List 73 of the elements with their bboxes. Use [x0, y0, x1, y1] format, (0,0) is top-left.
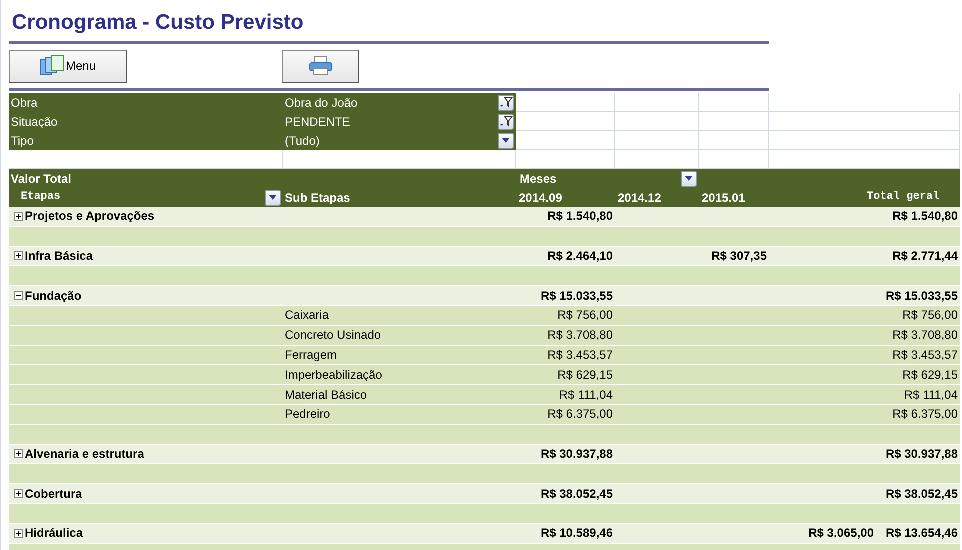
collapse-icon[interactable] [14, 291, 23, 300]
amount: R$ 15.033,55 [540, 288, 613, 305]
filter-value: Obra do João [285, 94, 358, 112]
stage-name: Alvenaria e estrutura [25, 446, 144, 463]
total-amount: R$ 3.453,57 [892, 346, 958, 364]
amount: R$ 30.937,88 [540, 446, 613, 463]
filter-value: PENDENTE [285, 114, 350, 130]
value-field-label: Valor Total [10, 170, 72, 188]
page-title: Cronograma - Custo Previsto [11, 10, 304, 36]
amount: R$ 38.052,45 [540, 486, 613, 503]
amount: R$ 3.453,57 [548, 346, 613, 364]
total-header: Total geral [866, 190, 941, 206]
amount: R$ 307,35 [712, 248, 767, 265]
dropdown-button[interactable] [265, 190, 281, 206]
stage-name: Infra Básica [25, 248, 94, 265]
expand-icon[interactable] [14, 489, 23, 498]
total-amount: R$ 15.033,55 [886, 288, 958, 305]
month-header: 2014.12 [617, 190, 662, 206]
filter-label: Situação [9, 112, 283, 131]
amount: R$ 3.708,80 [548, 327, 613, 344]
amount: R$ 756,00 [558, 307, 613, 324]
column-field-label: Meses [519, 170, 557, 188]
filter-dropdown[interactable] [498, 114, 514, 130]
total-amount: R$ 1.540,80 [892, 208, 958, 226]
filter-value: (Tudo) [285, 132, 320, 150]
expand-icon[interactable] [14, 212, 23, 221]
sub-stage-name: Ferragem [285, 346, 338, 364]
sub-stage-name: Pedreiro [285, 406, 330, 424]
total-amount: R$ 38.052,45 [886, 486, 958, 503]
sub-stage-name: Concreto Usinado [285, 327, 382, 344]
stage-name: Fundação [25, 288, 82, 305]
total-amount: R$ 629,15 [902, 366, 958, 384]
amount: R$ 6.375,00 [548, 406, 613, 424]
sub-stage-name: Imperbeabilização [285, 366, 382, 384]
menu-button[interactable]: Menu [9, 50, 127, 82]
stage-name: Cobertura [25, 486, 82, 503]
total-amount: R$ 13.654,46 [886, 525, 958, 542]
amount: R$ 3.065,00 [808, 525, 874, 542]
caret-icon [269, 195, 277, 200]
amount: R$ 1.540,80 [548, 208, 613, 226]
filter-icon [499, 96, 513, 108]
print-button[interactable] [282, 50, 359, 82]
sub-field-label: Sub Etapas [284, 190, 352, 206]
dropdown-button[interactable] [498, 132, 514, 148]
filter-dropdown[interactable] [498, 94, 514, 110]
filter-label: Obra [9, 93, 283, 112]
total-amount: R$ 3.708,80 [892, 327, 958, 344]
amount: R$ 629,15 [558, 366, 613, 384]
month-header: 2014.09 [518, 190, 564, 206]
stage-name: Projetos e Aprovações [25, 208, 155, 226]
total-amount: R$ 756,00 [902, 307, 958, 324]
caret-icon [502, 138, 510, 143]
month-header: 2015.01 [701, 190, 746, 206]
total-amount: R$ 111,04 [904, 386, 958, 404]
expand-icon[interactable] [14, 251, 23, 260]
total-amount: R$ 2.771,44 [892, 248, 958, 265]
total-amount: R$ 6.375,00 [892, 406, 958, 424]
printer-icon [308, 56, 332, 76]
total-amount: R$ 30.937,88 [886, 446, 958, 463]
dropdown-button[interactable] [681, 170, 697, 186]
sub-stage-name: Material Básico [285, 386, 368, 404]
amount: R$ 111,04 [559, 386, 613, 404]
row-field-label: Etapas [20, 190, 61, 206]
sub-stage-name: Caixaria [285, 307, 330, 324]
windows-icon [40, 55, 66, 77]
caret-icon [685, 176, 693, 181]
amount: R$ 2.464,10 [548, 248, 613, 265]
stage-name: Hidráulica [25, 525, 84, 542]
expand-icon[interactable] [14, 449, 23, 458]
expand-icon[interactable] [14, 528, 23, 538]
filter-icon [499, 116, 513, 128]
filter-label: Tipo [9, 131, 283, 150]
amount: R$ 10.589,46 [540, 525, 613, 542]
